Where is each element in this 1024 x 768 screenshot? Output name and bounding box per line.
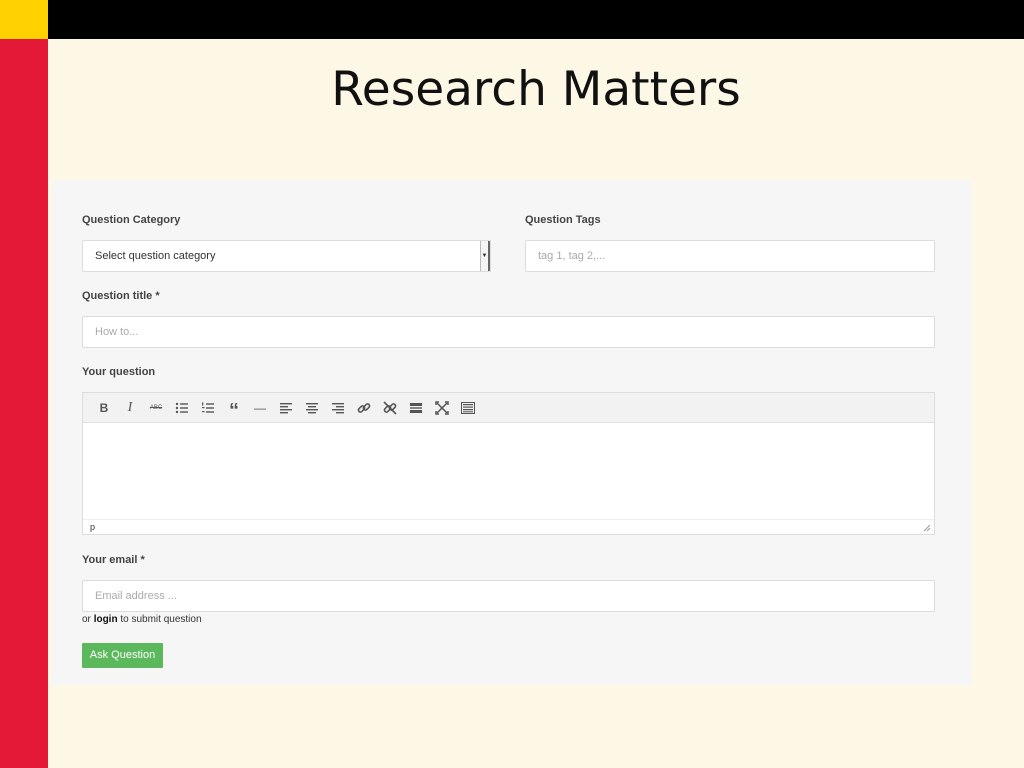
horizontal-rule-icon[interactable]: — [247,398,273,418]
numbered-list-icon[interactable] [195,398,221,418]
remove-link-icon[interactable] [377,398,403,418]
ask-question-button[interactable]: Ask Question [82,643,163,668]
insert-link-icon[interactable] [351,398,377,418]
slide-title: Research Matters [331,62,741,117]
italic-icon[interactable]: I [117,398,143,418]
tags-input[interactable]: tag 1, tag 2,... [525,240,935,272]
align-right-icon[interactable] [325,398,351,418]
login-prefix: or [82,614,91,625]
toolbar-toggle-icon[interactable] [455,398,481,418]
question-form: Question Category Select question catego… [52,180,972,685]
email-input[interactable]: Email address ... [82,580,935,612]
editor-status-bar: p [83,519,934,534]
question-editor: B I ABC “ — p [82,392,935,535]
bullet-list-icon[interactable] [169,398,195,418]
tags-label: Question Tags [525,214,601,226]
question-textarea[interactable] [83,423,934,520]
align-center-icon[interactable] [299,398,325,418]
email-label: Your email * [82,554,145,566]
top-banner [0,0,1024,39]
element-path[interactable]: p [90,522,95,532]
your-question-label: Your question [82,366,156,378]
corner-accent [0,0,48,39]
login-note: or login to submit question [82,614,202,625]
dropdown-arrow-icon[interactable]: ▼ [480,241,490,271]
category-selected-value: Select question category [95,250,216,262]
fullscreen-icon[interactable] [429,398,455,418]
blockquote-icon[interactable]: “ [221,395,247,421]
question-title-input[interactable]: How to... [82,316,935,348]
login-link[interactable]: login [94,614,118,625]
resize-handle-icon[interactable] [923,524,931,532]
question-title-label: Question title * [82,290,160,302]
align-left-icon[interactable] [273,398,299,418]
category-select[interactable]: Select question category ▼ [82,240,491,272]
bold-icon[interactable]: B [91,398,117,418]
editor-toolbar: B I ABC “ — [83,393,934,423]
strikethrough-icon[interactable]: ABC [143,398,169,418]
read-more-icon[interactable] [403,398,429,418]
category-label: Question Category [82,214,181,226]
side-banner [0,39,48,768]
login-suffix: to submit question [120,614,202,625]
